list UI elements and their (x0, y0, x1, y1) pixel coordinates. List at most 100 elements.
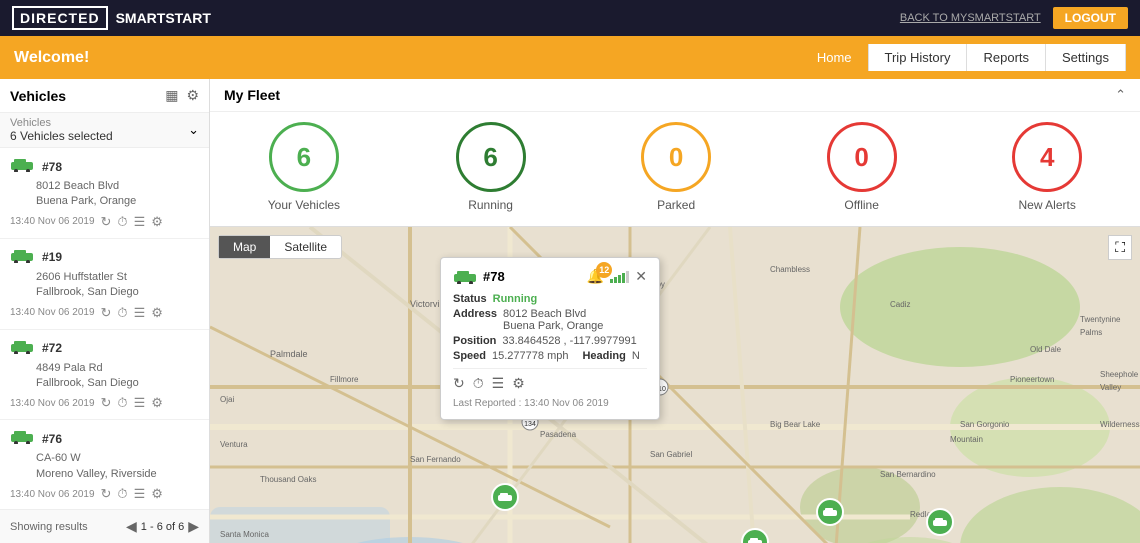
vehicle-timestamp: 13:40 Nov 06 2019 (10, 398, 95, 409)
vehicle-refresh-icon[interactable]: ↻ (101, 214, 112, 230)
popup-heading-label: Heading (582, 350, 625, 362)
vehicle-clock-icon[interactable]: ⏱ (117, 395, 127, 411)
map-tab-satellite[interactable]: Satellite (270, 236, 341, 258)
fleet-stat-item: 0 Parked (641, 122, 711, 212)
stat-circle: 6 (269, 122, 339, 192)
popup-vehicle-number: #78 (483, 269, 505, 284)
map-fullscreen-button[interactable]: ⛶ (1108, 235, 1132, 260)
prev-page-button[interactable]: ◀ (126, 518, 137, 535)
vehicles-dropdown[interactable]: Vehicles 6 Vehicles selected ⌄ (0, 113, 209, 148)
vehicle-list: #78 8012 Beach BlvdBuena Park, Orange 13… (0, 148, 209, 509)
nav-reports[interactable]: Reports (967, 44, 1046, 71)
stat-circle: 6 (456, 122, 526, 192)
svg-text:Pioneertown: Pioneertown (1010, 375, 1054, 384)
collapse-icon[interactable]: ⌃ (1115, 87, 1126, 103)
showing-results-label: Showing results (10, 521, 88, 533)
nav-home[interactable]: Home (801, 44, 869, 71)
popup-position-value: 33.8464528 , -117.9977991 (502, 335, 636, 347)
popup-list-icon[interactable]: ☰ (492, 375, 505, 392)
popup-heading-value: N (632, 350, 640, 362)
map-marker-78[interactable] (491, 483, 519, 511)
vehicle-clock-icon[interactable]: ⏱ (117, 214, 127, 230)
page-info: 1 - 6 of 6 (141, 521, 184, 533)
svg-text:San Bernardino: San Bernardino (880, 470, 936, 479)
svg-text:Big Bear Lake: Big Bear Lake (770, 420, 821, 429)
back-to-mysmartstart-link[interactable]: BACK TO MYSMARTSTART (900, 12, 1041, 24)
directed-logo: DIRECTED (12, 6, 108, 30)
main-layout: Vehicles ▦ ⚙ Vehicles 6 Vehicles selecte… (0, 79, 1140, 543)
svg-text:Wilderness: Wilderness (1100, 420, 1140, 429)
popup-close-button[interactable]: ✕ (635, 268, 647, 285)
vehicle-settings-icon[interactable]: ⚙ (151, 214, 163, 230)
map-marker-72[interactable] (816, 498, 844, 526)
stat-label: New Alerts (1018, 198, 1075, 212)
stat-circle: 4 (1012, 122, 1082, 192)
svg-text:Palmdale: Palmdale (270, 349, 308, 359)
vehicle-refresh-icon[interactable]: ↻ (101, 486, 112, 502)
svg-text:San Gorgonio: San Gorgonio (960, 420, 1010, 429)
vehicles-dropdown-label: Vehicles (10, 117, 113, 129)
popup-position-label: Position (453, 335, 496, 347)
vehicle-settings-icon[interactable]: ⚙ (151, 395, 163, 411)
svg-text:San Fernando: San Fernando (410, 455, 461, 464)
vehicle-clock-icon[interactable]: ⏱ (117, 486, 127, 502)
vehicle-car-icon (10, 428, 34, 449)
svg-text:Ventura: Ventura (220, 440, 248, 449)
right-content: My Fleet ⌃ 6 Your Vehicles 6 Running 0 P… (210, 79, 1140, 543)
vehicle-actions: 13:40 Nov 06 2019 ↻ ⏱ ☰ ⚙ (10, 395, 199, 411)
vehicle-item: #19 2606 Huffstatler StFallbrook, San Di… (0, 239, 209, 330)
stat-circle: 0 (827, 122, 897, 192)
sidebar-header: Vehicles ▦ ⚙ (0, 79, 209, 113)
sidebar-footer: Showing results ◀ 1 - 6 of 6 ▶ (0, 509, 209, 543)
popup-gear-icon[interactable]: ⚙ (512, 375, 525, 392)
vehicle-actions: 13:40 Nov 06 2019 ↻ ⏱ ☰ ⚙ (10, 305, 199, 321)
vehicle-car-icon (10, 338, 34, 359)
vehicle-list-icon[interactable]: ☰ (134, 395, 146, 411)
nav-settings[interactable]: Settings (1046, 44, 1126, 71)
popup-refresh-icon[interactable]: ↻ (453, 375, 465, 392)
smartstart-text: SMARTSTART (116, 10, 211, 26)
vehicle-address: 4849 Pala RdFallbrook, San Diego (36, 361, 199, 392)
vehicle-refresh-icon[interactable]: ↻ (101, 395, 112, 411)
popup-address-row: Address 8012 Beach Blvd Buena Park, Oran… (453, 308, 647, 332)
settings-icon[interactable]: ⚙ (186, 87, 199, 104)
map-marker-76[interactable] (926, 508, 954, 536)
popup-clock-icon[interactable]: ⏱ (473, 375, 484, 392)
svg-text:Palms: Palms (1080, 328, 1102, 337)
sidebar-icons: ▦ ⚙ (165, 87, 199, 104)
vehicle-clock-icon[interactable]: ⏱ (117, 305, 127, 321)
svg-text:Mountain: Mountain (950, 435, 983, 444)
svg-text:Santa Monica: Santa Monica (220, 530, 269, 539)
svg-text:Ojai: Ojai (220, 395, 234, 404)
vehicle-address: CA-60 WMoreno Valley, Riverside (36, 451, 199, 482)
map-tab-map[interactable]: Map (219, 236, 270, 258)
popup-vehicle-icon (453, 270, 477, 284)
welcome-text: Welcome! (14, 49, 89, 67)
next-page-button[interactable]: ▶ (188, 518, 199, 535)
nav-trip-history[interactable]: Trip History (869, 44, 968, 71)
popup-header: #78 🔔 12 (453, 268, 647, 285)
sidebar: Vehicles ▦ ⚙ Vehicles 6 Vehicles selecte… (0, 79, 210, 543)
vehicle-list-icon[interactable]: ☰ (134, 214, 146, 230)
vehicle-list-icon[interactable]: ☰ (134, 305, 146, 321)
stat-label: Offline (844, 198, 878, 212)
svg-text:Twentynine: Twentynine (1080, 315, 1121, 324)
vehicle-car-icon (10, 247, 34, 268)
vehicle-popup: #78 🔔 12 (440, 257, 660, 420)
vehicle-number: #76 (42, 432, 62, 446)
filter-icon[interactable]: ▦ (165, 87, 178, 104)
logout-button[interactable]: LOGOUT (1053, 7, 1128, 29)
vehicle-refresh-icon[interactable]: ↻ (101, 305, 112, 321)
nav-right-area: BACK TO MYSMARTSTART LOGOUT (900, 7, 1128, 29)
vehicle-timestamp: 13:40 Nov 06 2019 (10, 216, 95, 227)
vehicle-settings-icon[interactable]: ⚙ (151, 486, 163, 502)
vehicle-list-icon[interactable]: ☰ (134, 486, 146, 502)
stat-circle: 0 (641, 122, 711, 192)
popup-speed-row: Speed 15.277778 mph Heading N (453, 350, 647, 362)
fleet-stats: 6 Your Vehicles 6 Running 0 Parked 0 Off… (210, 112, 1140, 226)
vehicle-settings-icon[interactable]: ⚙ (151, 305, 163, 321)
stat-label: Running (468, 198, 513, 212)
chevron-down-icon: ⌄ (188, 122, 199, 138)
popup-address-label: Address (453, 308, 497, 332)
fleet-stat-item: 6 Running (456, 122, 526, 212)
